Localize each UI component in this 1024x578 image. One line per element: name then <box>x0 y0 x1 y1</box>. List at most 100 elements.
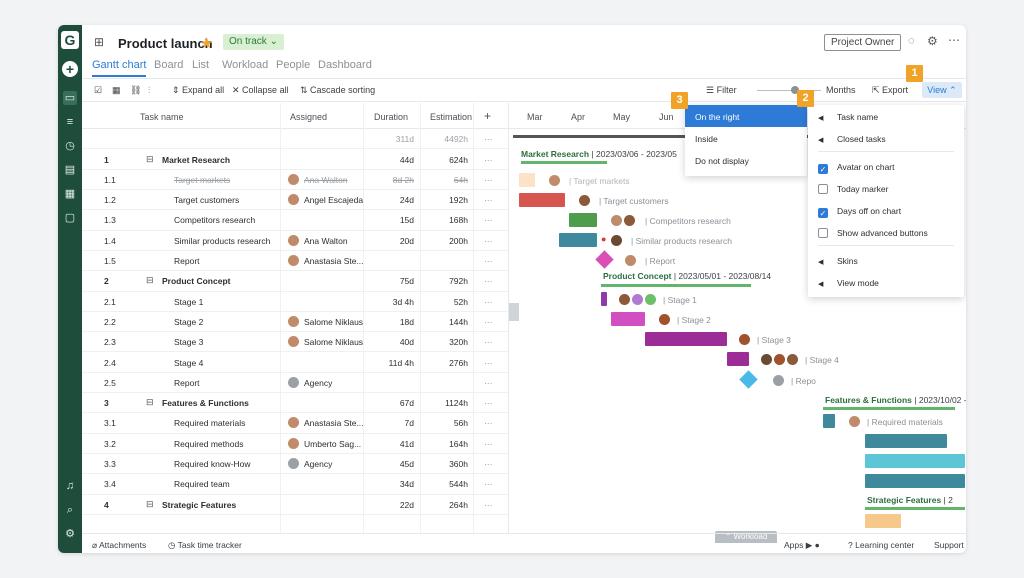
folder-icon[interactable]: ▭ <box>63 91 77 105</box>
task-bar[interactable] <box>865 454 965 468</box>
menu-item-on-the-right[interactable]: On the right <box>695 112 739 122</box>
attachments-button[interactable]: ⌀ Attachments <box>92 540 146 551</box>
task-bar[interactable] <box>601 292 607 306</box>
task-bar[interactable] <box>865 474 965 488</box>
expand-all-button[interactable]: ⇕ Expand all <box>172 85 224 96</box>
more-icon[interactable]: ⋯ <box>484 215 493 226</box>
task-bar[interactable] <box>823 414 835 428</box>
search-icon[interactable]: ⌕ <box>63 503 77 517</box>
view-menu-advanced-buttons[interactable]: Show advanced buttons <box>818 228 928 238</box>
star-icon[interactable]: ★ <box>200 34 213 52</box>
header-estimation[interactable]: Estimation <box>430 112 472 122</box>
table-row[interactable]: ⊟ 1 Market Research 44d 624h ⋯ <box>82 150 508 170</box>
table-row[interactable]: 2.4 Stage 4 11d 4h 276h ⋯ <box>82 353 508 373</box>
milestone[interactable] <box>739 370 758 389</box>
clock-icon[interactable]: ◷ <box>63 139 77 153</box>
task-bar[interactable] <box>611 312 645 326</box>
table-row[interactable]: 3.3 Required know-How Agency 45d 360h ⋯ <box>82 454 508 475</box>
more-icon[interactable]: ⋯ <box>484 439 493 450</box>
table-row[interactable]: ⊟ 2 Product Concept 75d 792h ⋯ <box>82 271 508 292</box>
collapse-all-button[interactable]: ✕ Collapse all <box>232 85 289 96</box>
add-column-icon[interactable]: + <box>484 109 491 123</box>
more-icon[interactable]: ⋯ <box>484 195 493 206</box>
view-menu-today-marker[interactable]: Today marker <box>818 184 889 194</box>
collapse-toggle-icon[interactable]: ⊟ <box>146 397 154 408</box>
indent-icon[interactable]: ⫶ <box>148 85 150 96</box>
support-button[interactable]: Support <box>934 540 964 550</box>
tab-list[interactable]: List <box>192 59 209 71</box>
task-bar[interactable] <box>645 332 727 346</box>
apps-icon[interactable]: ▦ <box>63 187 77 201</box>
chat-icon[interactable]: ▢ <box>63 211 77 225</box>
logo[interactable]: G <box>61 31 79 49</box>
checkbox-icon[interactable] <box>818 228 828 238</box>
task-bar[interactable] <box>519 173 535 187</box>
view-menu-days-off[interactable]: ✓ Days off on chart <box>818 206 901 218</box>
project-title[interactable]: Product launch <box>118 36 213 51</box>
table-row[interactable]: 2.3 Stage 3 Salome Niklaus 40d 320h ⋯ <box>82 332 508 353</box>
table-row[interactable]: 1.2 Target customers Angel Escajeda 24d 192h… <box>82 190 508 211</box>
tab-gantt-chart[interactable]: Gantt chart <box>92 59 147 77</box>
table-row[interactable]: 3.4 Required team 34d 544h ⋯ <box>82 474 508 495</box>
document-icon[interactable]: ▤ <box>63 163 77 177</box>
collapse-panel-handle[interactable] <box>509 303 519 321</box>
add-icon[interactable]: + <box>62 61 78 77</box>
time-tracker-button[interactable]: ◷ Task time tracker <box>168 540 242 551</box>
status-badge[interactable]: On track ⌄ <box>223 34 284 50</box>
table-row[interactable]: ⊟ 4 Strategic Features 22d 264h ⋯ <box>82 495 508 515</box>
view-menu-avatar-on-chart[interactable]: ✓ Avatar on chart <box>818 162 895 174</box>
checkbox-checked-icon[interactable]: ✓ <box>818 208 828 218</box>
more-icon[interactable]: ⋯ <box>484 317 493 328</box>
task-bar[interactable] <box>519 193 565 207</box>
tab-people[interactable]: People <box>276 59 310 71</box>
learning-center-button[interactable]: ? Learning center <box>848 540 914 550</box>
group-title-market-research[interactable]: Market Research | 2023/03/06 - 2023/05 <box>521 149 677 159</box>
more-icon[interactable]: ⋯ <box>484 297 493 308</box>
tab-workload[interactable]: Workload <box>222 59 268 71</box>
more-icon[interactable]: ⋯ <box>484 155 493 166</box>
tab-board[interactable]: Board <box>154 59 183 71</box>
view-menu-task-name[interactable]: ◀ Task name <box>818 112 878 122</box>
more-icon[interactable]: ⋯ <box>484 236 493 247</box>
header-assigned[interactable]: Assigned <box>290 112 327 122</box>
table-row[interactable]: 1.4 Similar products research Ana Walton 20… <box>82 231 508 251</box>
header-duration[interactable]: Duration <box>374 112 408 122</box>
filter-button[interactable]: ☰ Filter <box>706 85 737 96</box>
more-icon[interactable]: ⋯ <box>484 500 493 511</box>
menu-item-inside[interactable]: Inside <box>695 134 718 144</box>
more-icon[interactable]: ⋯ <box>484 134 493 145</box>
more-icon[interactable]: ⋯ <box>484 337 493 348</box>
collapse-toggle-icon[interactable]: ⊟ <box>146 275 154 286</box>
checkbox-icon[interactable]: ☑ <box>94 85 102 96</box>
task-bar[interactable] <box>727 352 749 366</box>
table-row[interactable]: 1.5 Report Anastasia Ste... ⋯ <box>82 251 508 272</box>
task-bar[interactable] <box>865 434 947 448</box>
more-icon[interactable]: ⋯ <box>484 459 493 470</box>
table-row[interactable]: 2.1 Stage 1 3d 4h 52h ⋯ <box>82 292 508 312</box>
more-icon[interactable]: ⋯ <box>484 418 493 429</box>
list-icon[interactable]: ≡ <box>63 115 77 129</box>
more-icon[interactable]: ⋯ <box>484 256 493 267</box>
view-menu-view-mode[interactable]: ◀ View mode <box>818 278 879 288</box>
more-icon[interactable]: ⋯ <box>484 276 493 287</box>
view-menu-closed-tasks[interactable]: ◀ Closed tasks <box>818 134 886 144</box>
table-row[interactable]: 1.1 Target markets Ana Walton 8d 2h 64h ⋯ <box>82 170 508 191</box>
task-bar[interactable] <box>865 514 901 528</box>
task-bar[interactable] <box>569 213 597 227</box>
chat-bubble-icon[interactable]: ◌ <box>908 35 915 47</box>
task-bar[interactable] <box>559 233 597 247</box>
table-row[interactable]: ⊟ 3 Features & Functions 67d 1124h ⋯ <box>82 393 508 414</box>
table-row[interactable]: 3.1 Required materials Anastasia Ste... 7d 5… <box>82 413 508 434</box>
view-menu-skins[interactable]: ◀ Skins <box>818 256 858 266</box>
apps-button[interactable]: Apps ▶ ● <box>784 540 820 551</box>
view-button[interactable]: View ⌃ <box>922 82 962 98</box>
more-icon[interactable]: ⋯ <box>484 479 493 490</box>
collapse-toggle-icon[interactable]: ⊟ <box>146 499 154 510</box>
notification-icon[interactable]: ♫ <box>63 479 77 493</box>
more-icon[interactable]: ⋯ <box>484 398 493 409</box>
link-icon[interactable]: ⛓ <box>130 85 141 96</box>
cascade-sorting-button[interactable]: ⇅ Cascade sorting <box>300 85 375 96</box>
collapse-toggle-icon[interactable]: ⊟ <box>146 154 154 165</box>
more-icon[interactable]: ⋯ <box>948 33 960 47</box>
group-title-features-functions[interactable]: Features & Functions | 2023/10/02 - 2 <box>825 395 966 405</box>
